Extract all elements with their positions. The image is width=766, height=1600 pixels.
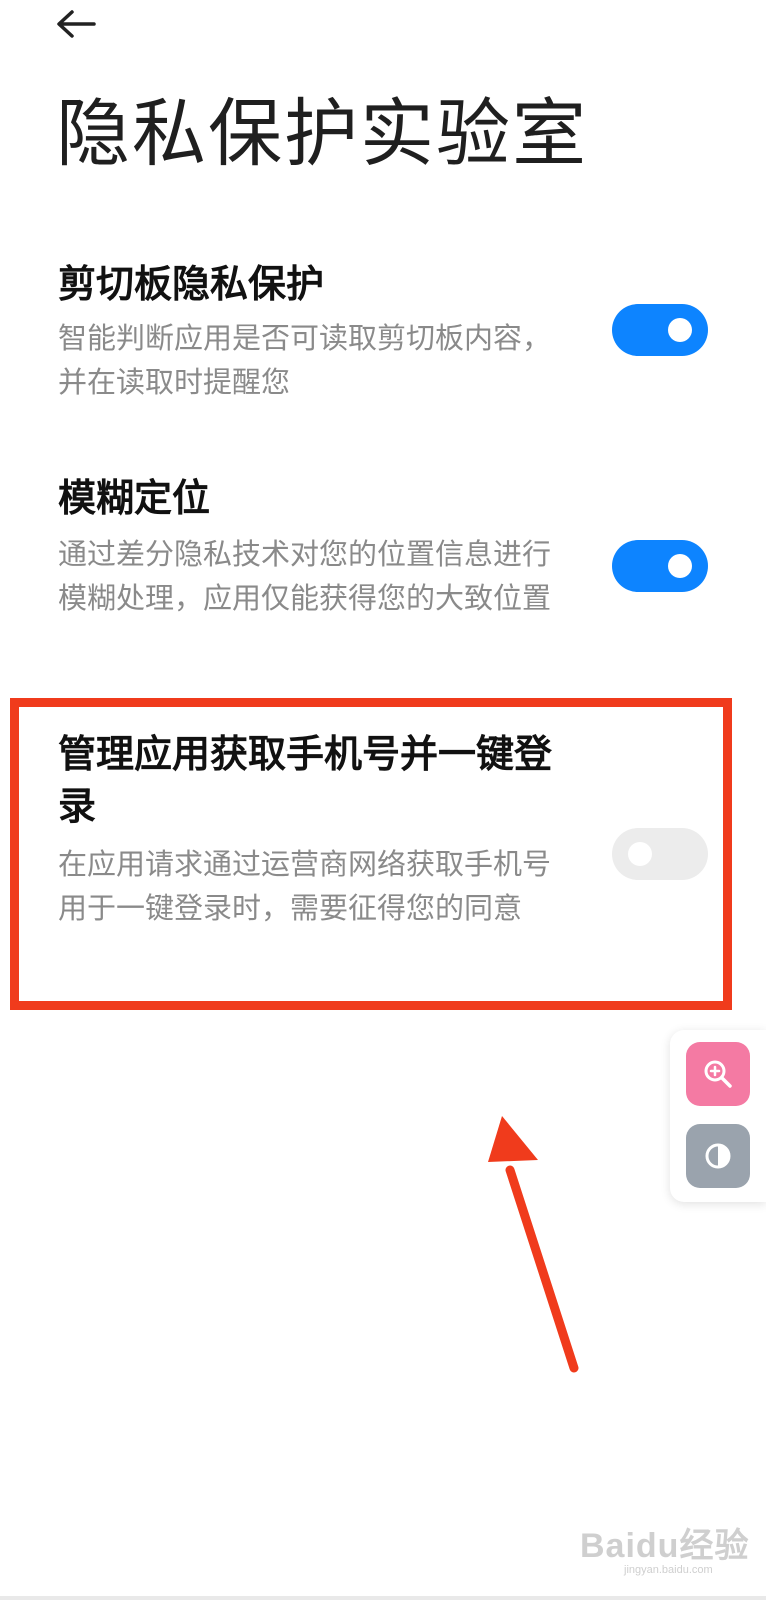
setting-clipboard-privacy: 剪切板隐私保护 智能判断应用是否可读取剪切板内容，并在读取时提醒您 (0, 250, 766, 420)
zoom-button[interactable] (686, 1042, 750, 1106)
floating-tool-panel (670, 1030, 766, 1202)
contrast-button[interactable] (686, 1124, 750, 1188)
page-title: 隐私保护实验室 (56, 91, 588, 177)
toggle-knob (668, 318, 692, 342)
bottom-edge (0, 1596, 766, 1600)
toggle-knob (668, 554, 692, 578)
watermark-url: jingyan.baidu.com (624, 1564, 713, 1576)
back-arrow-icon (57, 10, 96, 38)
watermark-logo: Baidu经验 (580, 1527, 750, 1565)
setting-title: 剪切板隐私保护 (58, 262, 325, 306)
back-button[interactable] (48, 0, 104, 48)
zoom-in-icon (704, 1060, 732, 1088)
settings-screen: 隐私保护实验室 剪切板隐私保护 智能判断应用是否可读取剪切板内容，并在读取时提醒… (0, 0, 766, 1600)
setting-description: 通过差分隐私技术对您的位置信息进行模糊处理，应用仅能获得您的大致位置 (58, 537, 552, 615)
setting-description: 智能判断应用是否可读取剪切板内容，并在读取时提醒您 (58, 321, 552, 399)
setting-fuzzy-location: 模糊定位 通过差分隐私技术对您的位置信息进行模糊处理，应用仅能获得您的大致位置 (0, 468, 766, 678)
fuzzy-location-toggle[interactable] (612, 540, 708, 592)
clipboard-privacy-toggle[interactable] (612, 304, 708, 356)
annotation-arrow (488, 1116, 579, 1373)
baidu-watermark: Baidu经验 jingyan.baidu.com (580, 1518, 750, 1588)
setting-title: 模糊定位 (58, 476, 211, 520)
annotation-highlight-box (10, 698, 732, 1010)
contrast-icon (705, 1143, 731, 1169)
